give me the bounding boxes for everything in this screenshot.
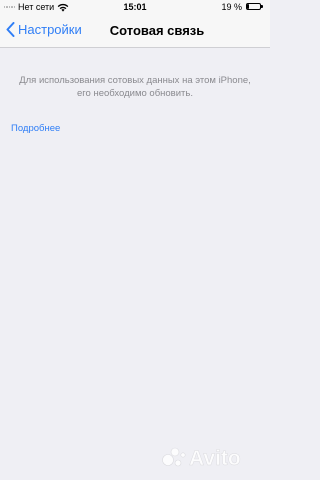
battery-percent: 19 % — [221, 2, 242, 12]
notice-line-1: Для использования сотовых данных на этом… — [19, 75, 251, 86]
svg-text:Avito: Avito — [189, 447, 241, 470]
more-info-link[interactable]: Подробнее — [11, 123, 60, 134]
notice-line-2: его необходимо обновить. — [77, 88, 193, 99]
navigation-bar: Настройки Сотовая связь — [0, 14, 270, 48]
avito-logo: Avito — [162, 447, 241, 470]
status-right: 19 % — [221, 2, 264, 12]
battery-icon — [246, 3, 264, 11]
page-title: Сотовая связь — [109, 23, 205, 38]
avito-watermark: Avito — [162, 442, 266, 472]
update-notice: Для использования сотовых данных на этом… — [10, 74, 260, 100]
status-bar: Нет сети 15:01 19 % — [0, 0, 270, 14]
